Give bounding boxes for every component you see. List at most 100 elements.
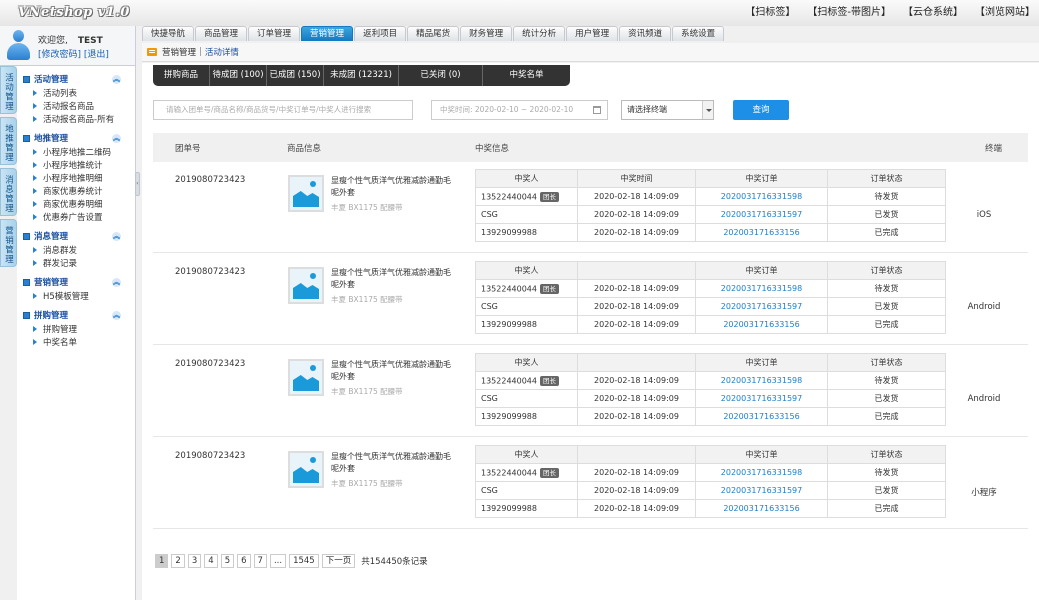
menu-item-mp-stats[interactable]: 小程序地推统计 <box>17 158 135 171</box>
page-button[interactable]: 5 <box>220 554 235 568</box>
page-button[interactable]: 1 <box>155 554 169 568</box>
menu-item-mp-detail[interactable]: 小程序地推明细 <box>17 171 135 184</box>
group-order-no: 2019080723423 <box>175 267 246 277</box>
leader-badge: 团长 <box>540 191 559 202</box>
collapse-up-icon[interactable]: ︽ <box>112 134 121 143</box>
tab-finance[interactable]: 财务管理 <box>460 26 513 41</box>
win-order-link[interactable]: 202003171633156 <box>695 499 828 518</box>
page-button[interactable]: 3 <box>187 554 202 568</box>
win-order-link[interactable]: 2020031716331597 <box>695 389 828 408</box>
page-button[interactable]: 4 <box>204 554 218 568</box>
winner-row: 13522440044 团长 2020-02-18 14:09:09 20200317… <box>475 279 946 298</box>
win-order-link[interactable]: 202003171633156 <box>695 223 828 242</box>
menu-item-coupon-ad[interactable]: 优惠券广告设置 <box>17 210 135 223</box>
image-placeholder-icon[interactable] <box>288 175 324 212</box>
win-order-link[interactable]: 2020031716331598 <box>695 463 828 482</box>
win-order-link[interactable]: 2020031716331597 <box>695 205 828 224</box>
tab-rebate[interactable]: 返利项目 <box>354 26 407 41</box>
side-tab-activity[interactable]: 活动管理 <box>0 66 17 114</box>
image-placeholder-icon[interactable] <box>288 359 324 396</box>
menu-item-mass-records[interactable]: 群发记录 <box>17 256 135 269</box>
collapse-up-icon[interactable]: ︽ <box>112 232 121 241</box>
side-tab-message[interactable]: 消息管理 <box>0 168 17 216</box>
tab-order-mgmt[interactable]: 订单管理 <box>248 26 301 41</box>
sidebar-collapse-handle[interactable]: ‹ <box>135 172 140 196</box>
top-link-cloud-warehouse[interactable]: 【云仓系统】 <box>903 3 963 18</box>
tab-quick-nav[interactable]: 快捷导航 <box>142 26 195 41</box>
date-range-input[interactable]: 中奖时间: 2020-02-10 ~ 2020-02-10 <box>431 100 608 120</box>
menu-item-mass-message[interactable]: 消息群发 <box>17 243 135 256</box>
menu-item-mp-qrcode[interactable]: 小程序地推二维码 <box>17 145 135 158</box>
menu-group-header[interactable]: 地推管理 ︽ <box>17 131 135 145</box>
col-order-status: 订单状态 <box>827 353 946 372</box>
tab-user-mgmt[interactable]: 用户管理 <box>566 26 619 41</box>
win-order-link[interactable]: 2020031716331598 <box>695 279 828 298</box>
win-order-link[interactable]: 202003171633156 <box>695 407 828 426</box>
win-order-link[interactable]: 202003171633156 <box>695 315 828 334</box>
change-password-link[interactable]: [修改密码] <box>38 50 81 60</box>
subtab-not-formed[interactable]: 未成团 (12321) <box>324 65 399 86</box>
triangle-right-icon <box>33 89 37 96</box>
subtab-group-products[interactable]: 拼购商品 <box>153 65 210 86</box>
collapse-up-icon[interactable]: ︽ <box>112 278 121 287</box>
tab-system-settings[interactable]: 系统设置 <box>672 26 725 41</box>
menu-item-activity-products-all[interactable]: 活动报名商品-所有 <box>17 112 135 125</box>
subtab-winner-list[interactable]: 中奖名单 <box>483 65 570 86</box>
menu-item-label: 小程序地推统计 <box>43 160 103 171</box>
menu-group-header[interactable]: 活动管理 ︽ <box>17 72 135 86</box>
product-sku: 丰夏 BX1175 配腰带 <box>331 387 403 396</box>
side-tab-marketing[interactable]: 营销管理 <box>0 219 17 267</box>
tab-marketing-mgmt[interactable]: 营销管理 <box>301 26 354 41</box>
menu-group-header[interactable]: 拼购管理 ︽ <box>17 308 135 322</box>
col-win-order: 中奖订单 <box>695 353 828 372</box>
image-placeholder-icon[interactable] <box>288 451 324 488</box>
tab-product-mgmt[interactable]: 商品管理 <box>195 26 248 41</box>
menu-item-coupon-stats[interactable]: 商家优惠券统计 <box>17 184 135 197</box>
menu-item-activity-products[interactable]: 活动报名商品 <box>17 99 135 112</box>
top-link-scan-label-image[interactable]: 【扫标签-带图片】 <box>807 3 891 18</box>
menu-item-label: 活动报名商品 <box>43 101 95 112</box>
next-page-button[interactable]: 下一页 <box>321 554 356 568</box>
win-order-link[interactable]: 2020031716331598 <box>695 187 828 206</box>
product-name[interactable]: 显瘦个性气质洋气优雅减龄通勤毛呢外套 <box>331 267 456 291</box>
query-button[interactable]: 查询 <box>733 100 789 120</box>
subtab-pending[interactable]: 待成团 (100) <box>210 65 267 86</box>
tab-news[interactable]: 资讯频道 <box>619 26 672 41</box>
menu-item-activity-list[interactable]: 活动列表 <box>17 86 135 99</box>
top-link-browse-site[interactable]: 【浏览网站】 <box>975 3 1035 18</box>
menu-item-group-buy-mgmt[interactable]: 拼购管理 <box>17 322 135 335</box>
subtab-formed[interactable]: 已成团 (150) <box>267 65 324 86</box>
menu-item-h5-template[interactable]: H5模板管理 <box>17 289 135 302</box>
win-order-link[interactable]: 2020031716331598 <box>695 371 828 390</box>
menu-group-header[interactable]: 营销管理 ︽ <box>17 275 135 289</box>
winner-name: 13929099988 <box>481 504 537 513</box>
tab-tail-goods[interactable]: 精品尾货 <box>407 26 460 41</box>
terminal-select[interactable]: 请选择终端 <box>621 100 714 120</box>
image-placeholder-icon[interactable] <box>288 267 324 304</box>
page-button[interactable]: 2 <box>171 554 185 568</box>
search-input[interactable]: 请输入团单号/商品名称/商品货号/中奖订单号/中奖人进行搜索 <box>153 100 413 120</box>
order-status: 待发货 <box>827 279 946 298</box>
product-name[interactable]: 显瘦个性气质洋气优雅减龄通勤毛呢外套 <box>331 451 456 475</box>
product-name[interactable]: 显瘦个性气质洋气优雅减龄通勤毛呢外套 <box>331 175 456 199</box>
menu-group-header[interactable]: 消息管理 ︽ <box>17 229 135 243</box>
tab-statistics[interactable]: 统计分析 <box>513 26 566 41</box>
page-button[interactable]: 7 <box>253 554 267 568</box>
page-button-last[interactable]: 1545 <box>289 554 319 568</box>
product-name[interactable]: 显瘦个性气质洋气优雅减龄通勤毛呢外套 <box>331 359 456 383</box>
subtab-closed[interactable]: 已关闭 (0) <box>399 65 483 86</box>
winner-cell: 13522440044 团长 <box>475 371 578 390</box>
collapse-up-icon[interactable]: ︽ <box>112 75 121 84</box>
logout-link[interactable]: [退出] <box>84 50 109 60</box>
win-order-link[interactable]: 2020031716331597 <box>695 481 828 500</box>
win-order-link[interactable]: 2020031716331597 <box>695 297 828 316</box>
page-button[interactable]: 6 <box>237 554 251 568</box>
breadcrumb-parent[interactable]: 营销管理 <box>162 46 196 58</box>
side-tab-promotion[interactable]: 地推管理 <box>0 117 17 165</box>
menu-item-coupon-detail[interactable]: 商家优惠券明细 <box>17 197 135 210</box>
order-status: 已完成 <box>827 407 946 426</box>
collapse-up-icon[interactable]: ︽ <box>112 311 121 320</box>
calendar-icon[interactable] <box>593 106 601 114</box>
menu-item-winner-list[interactable]: 中奖名单 <box>17 335 135 348</box>
top-link-scan-label[interactable]: 【扫标签】 <box>745 3 795 18</box>
